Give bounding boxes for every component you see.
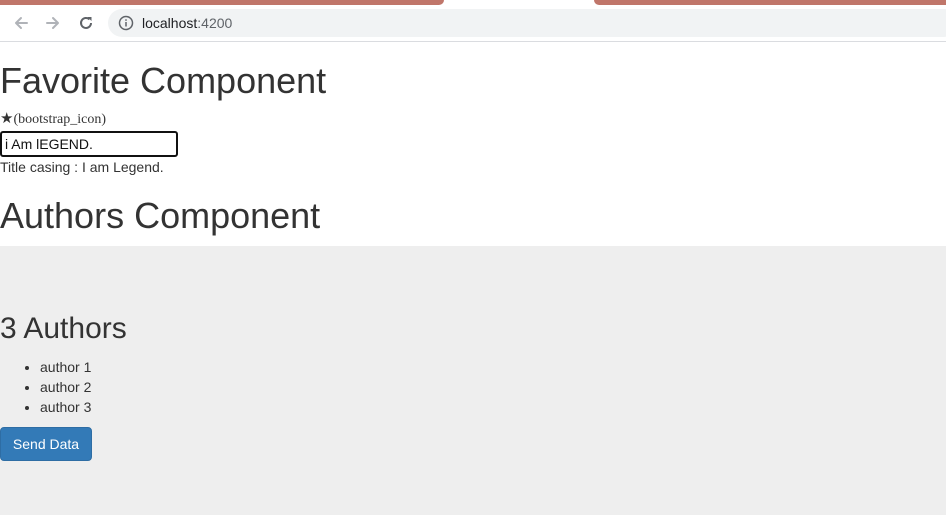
browser-toolbar: localhost:4200 xyxy=(0,5,946,42)
reload-icon xyxy=(80,16,92,29)
list-item: author 2 xyxy=(40,377,91,397)
favorite-component-title: Favorite Component xyxy=(0,60,327,101)
title-casing-output: Title casing : I am Legend. xyxy=(0,159,164,175)
authors-component-title: Authors Component xyxy=(0,195,321,236)
title-input[interactable] xyxy=(0,131,178,157)
page-content: Favorite Component ★(bootstrap_icon) Tit… xyxy=(0,42,946,515)
authors-panel: 3 Authors author 1 author 2 author 3 Sen… xyxy=(0,246,946,515)
arrow-left-icon xyxy=(15,17,28,29)
info-icon[interactable] xyxy=(118,15,134,31)
back-button[interactable] xyxy=(9,11,33,35)
url-text: localhost:4200 xyxy=(142,15,232,31)
send-data-button[interactable]: Send Data xyxy=(0,427,92,461)
url-port: :4200 xyxy=(197,15,233,31)
favorite-star-row: ★(bootstrap_icon) xyxy=(0,111,106,128)
star-icon[interactable]: ★ xyxy=(0,110,13,127)
authors-count: 3 Authors xyxy=(0,312,127,345)
forward-button[interactable] xyxy=(41,11,65,35)
address-bar[interactable]: localhost:4200 xyxy=(108,9,946,37)
icon-note: (bootstrap_icon) xyxy=(13,112,106,127)
url-host: localhost xyxy=(142,15,198,31)
list-item: author 1 xyxy=(40,357,91,377)
author-list: author 1 author 2 author 3 xyxy=(0,357,91,417)
arrow-right-icon xyxy=(46,17,59,29)
list-item: author 3 xyxy=(40,397,91,417)
reload-button[interactable] xyxy=(74,11,98,35)
